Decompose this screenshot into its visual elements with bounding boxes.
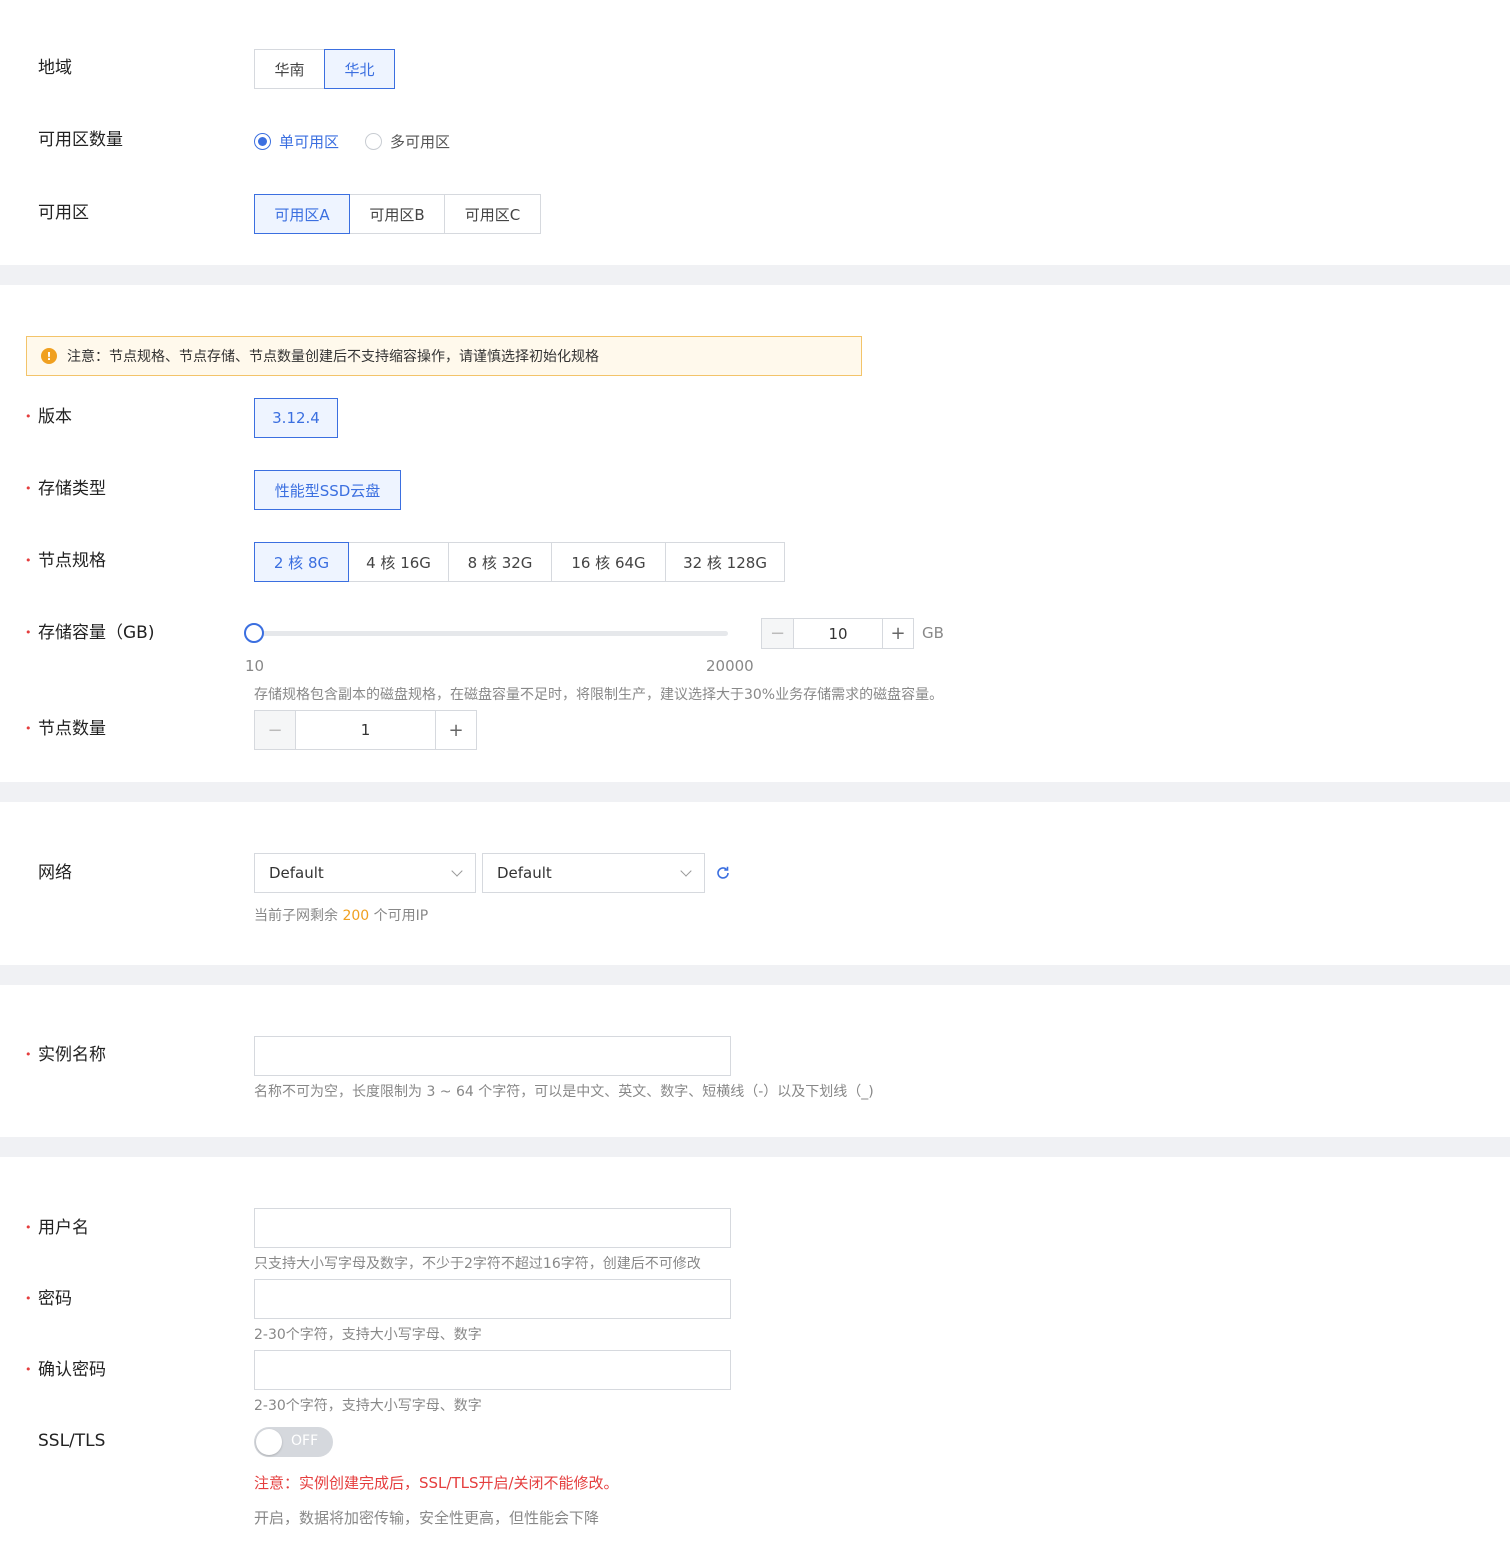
confirm-password-input[interactable] [254, 1350, 731, 1390]
username-input[interactable] [254, 1208, 731, 1248]
region-option-north[interactable]: 华北 [324, 49, 395, 89]
ssl-label: SSL/TLS [38, 1431, 106, 1451]
username-hint: 只支持大小写字母及数字，不少于2字符不超过16字符，创建后不可修改 [254, 1256, 701, 1272]
node-count-label: 节点数量 [25, 719, 106, 739]
version-option[interactable]: 3.12.4 [254, 398, 338, 438]
section-divider [0, 1137, 1510, 1157]
password-input[interactable] [254, 1279, 731, 1319]
confirm-password-hint: 2-30个字符，支持大小写字母、数字 [254, 1398, 482, 1414]
storage-capacity-label: 存储容量（GB) [25, 623, 155, 643]
username-label: 用户名 [25, 1218, 89, 1238]
storage-capacity-value[interactable]: 10 [793, 619, 883, 648]
az-option-c[interactable]: 可用区C [444, 194, 541, 234]
vpc-select[interactable]: Default [254, 853, 476, 893]
vpc-select-value: Default [269, 864, 324, 882]
instance-name-hint: 名称不可为空，长度限制为 3 ~ 64 个字符，可以是中文、英文、数字、短横线（… [254, 1084, 874, 1100]
radio-multi-az[interactable]: 多可用区 [365, 131, 450, 152]
warning-icon: ! [41, 348, 57, 364]
chevron-down-icon [451, 864, 463, 877]
az-count-label: 可用区数量 [38, 130, 123, 150]
storage-type-option[interactable]: 性能型SSD云盘 [254, 470, 401, 510]
node-count-stepper: − 1 + [254, 710, 477, 750]
subnet-ip-hint-suffix: 个可用IP [373, 908, 429, 924]
radio-single-az-label: 单可用区 [279, 133, 340, 151]
node-count-increment-button[interactable]: + [436, 711, 476, 749]
region-option-south[interactable]: 华南 [254, 49, 325, 89]
storage-capacity-hint: 存储规格包含副本的磁盘规格，在磁盘容量不足时，将限制生产，建议选择大于30%业务… [254, 687, 944, 703]
az-option-a[interactable]: 可用区A [254, 194, 350, 234]
node-spec-option-32c128g[interactable]: 32 核 128G [665, 542, 785, 582]
az-selector: 可用区A 可用区B 可用区C [254, 194, 541, 234]
toggle-knob [256, 1429, 282, 1455]
storage-slider-handle[interactable] [244, 623, 264, 643]
ssl-hint: 开启，数据将加密传输，安全性更高，但性能会下降 [254, 1509, 600, 1527]
az-option-b[interactable]: 可用区B [349, 194, 445, 234]
storage-type-selector: 性能型SSD云盘 [254, 470, 401, 510]
version-selector: 3.12.4 [254, 398, 338, 438]
section-divider [0, 965, 1510, 985]
storage-decrement-button[interactable]: − [762, 619, 793, 648]
ssl-warning: 注意：实例创建完成后，SSL/TLS开启/关闭不能修改。 [254, 1474, 619, 1492]
radio-single-az[interactable]: 单可用区 [254, 131, 339, 152]
az-label: 可用区 [38, 203, 89, 223]
network-label: 网络 [38, 863, 72, 883]
subnet-select-value: Default [497, 864, 552, 882]
confirm-password-label: 确认密码 [25, 1360, 106, 1380]
node-spec-option-4c16g[interactable]: 4 核 16G [348, 542, 449, 582]
toggle-state-label: OFF [291, 1433, 319, 1449]
refresh-icon[interactable] [715, 865, 731, 881]
notice-text: 注意：节点规格、节点存储、节点数量创建后不支持缩容操作，请谨慎选择初始化规格 [67, 349, 599, 365]
node-spec-option-8c32g[interactable]: 8 核 32G [448, 542, 552, 582]
storage-slider-track[interactable] [254, 631, 728, 636]
password-hint: 2-30个字符，支持大小写字母、数字 [254, 1327, 482, 1343]
node-count-decrement-button[interactable]: − [255, 711, 295, 749]
slider-max-label: 20000 [706, 657, 754, 675]
section-divider [0, 782, 1510, 802]
storage-type-label: 存储类型 [25, 479, 106, 499]
region-label: 地域 [38, 58, 72, 78]
subnet-ip-hint-prefix: 当前子网剩余 [254, 908, 338, 924]
version-label: 版本 [25, 407, 72, 427]
slider-min-label: 10 [245, 657, 265, 675]
node-spec-selector: 2 核 8G 4 核 16G 8 核 32G 16 核 64G 32 核 128… [254, 542, 785, 582]
password-label: 密码 [25, 1289, 72, 1309]
instance-name-input[interactable] [254, 1036, 731, 1076]
radio-checked-icon [254, 133, 271, 150]
region-selector: 华南 华北 [254, 49, 395, 89]
notice-banner: ! 注意：节点规格、节点存储、节点数量创建后不支持缩容操作，请谨慎选择初始化规格 [26, 336, 862, 376]
storage-unit: GB [922, 624, 944, 642]
node-spec-option-16c64g[interactable]: 16 核 64G [551, 542, 666, 582]
subnet-ip-hint: 当前子网剩余 200 个可用IP [254, 905, 428, 925]
instance-config-form: 地域 华南 华北 可用区数量 单可用区 多可用区 可用区 可用区A 可用区B 可… [0, 0, 1510, 1566]
instance-name-label: 实例名称 [25, 1045, 106, 1065]
node-spec-option-2c8g[interactable]: 2 核 8G [254, 542, 349, 582]
node-spec-label: 节点规格 [25, 551, 106, 571]
az-count-radio-group: 单可用区 多可用区 [254, 131, 476, 152]
storage-increment-button[interactable]: + [883, 619, 913, 648]
radio-multi-az-label: 多可用区 [390, 133, 451, 151]
ssl-toggle[interactable]: OFF [254, 1427, 333, 1457]
subnet-select[interactable]: Default [482, 853, 705, 893]
node-count-value[interactable]: 1 [295, 711, 436, 749]
storage-capacity-stepper: − 10 + [761, 618, 914, 649]
radio-unchecked-icon [365, 133, 383, 150]
section-divider [0, 265, 1510, 285]
chevron-down-icon [680, 864, 692, 877]
subnet-ip-count: 200 [342, 908, 370, 924]
